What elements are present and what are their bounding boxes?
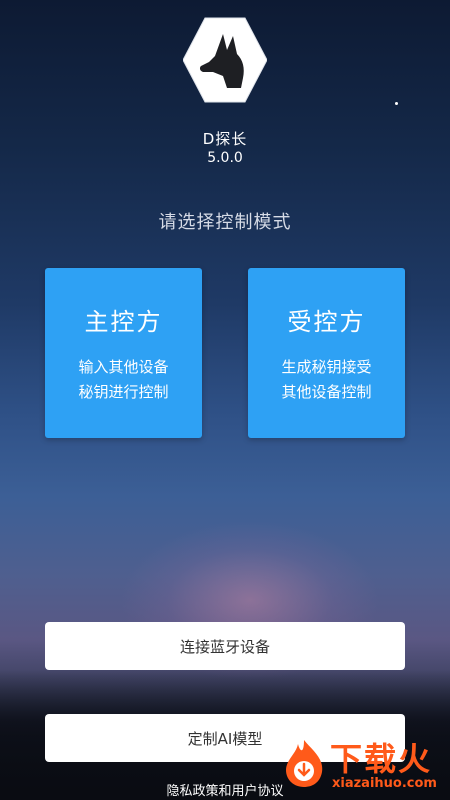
mode-description: 输入其他设备 秘钥进行控制 xyxy=(45,355,202,405)
watermark-text: 下载火 xyxy=(330,740,433,778)
mode-desc-line: 其他设备控制 xyxy=(281,383,372,401)
controlled-mode-button[interactable]: 受控方 生成秘钥接受 其他设备控制 xyxy=(248,268,405,438)
mode-title: 主控方 xyxy=(84,308,163,336)
connect-bluetooth-button[interactable]: 连接蓝牙设备 xyxy=(45,622,405,670)
mode-prompt: 请选择控制模式 xyxy=(158,212,292,233)
mode-title: 受控方 xyxy=(287,308,366,336)
watermark-logo: 下载火 xiazaihuo.com xyxy=(278,734,450,800)
app-logo xyxy=(182,16,268,104)
watermark-url: xiazaihuo.com xyxy=(332,776,437,791)
mode-desc-line: 生成秘钥接受 xyxy=(281,358,372,376)
mode-desc-line: 输入其他设备 xyxy=(78,358,169,376)
mode-desc-line: 秘钥进行控制 xyxy=(78,383,169,401)
dog-head-icon xyxy=(182,17,268,103)
controller-mode-button[interactable]: 主控方 输入其他设备 秘钥进行控制 xyxy=(45,268,202,438)
star-dot xyxy=(395,102,398,105)
mode-description: 生成秘钥接受 其他设备控制 xyxy=(248,355,405,405)
app-version: 5.0.0 xyxy=(207,150,243,166)
flame-download-icon xyxy=(286,740,323,787)
app-name: D探长 xyxy=(202,130,248,148)
